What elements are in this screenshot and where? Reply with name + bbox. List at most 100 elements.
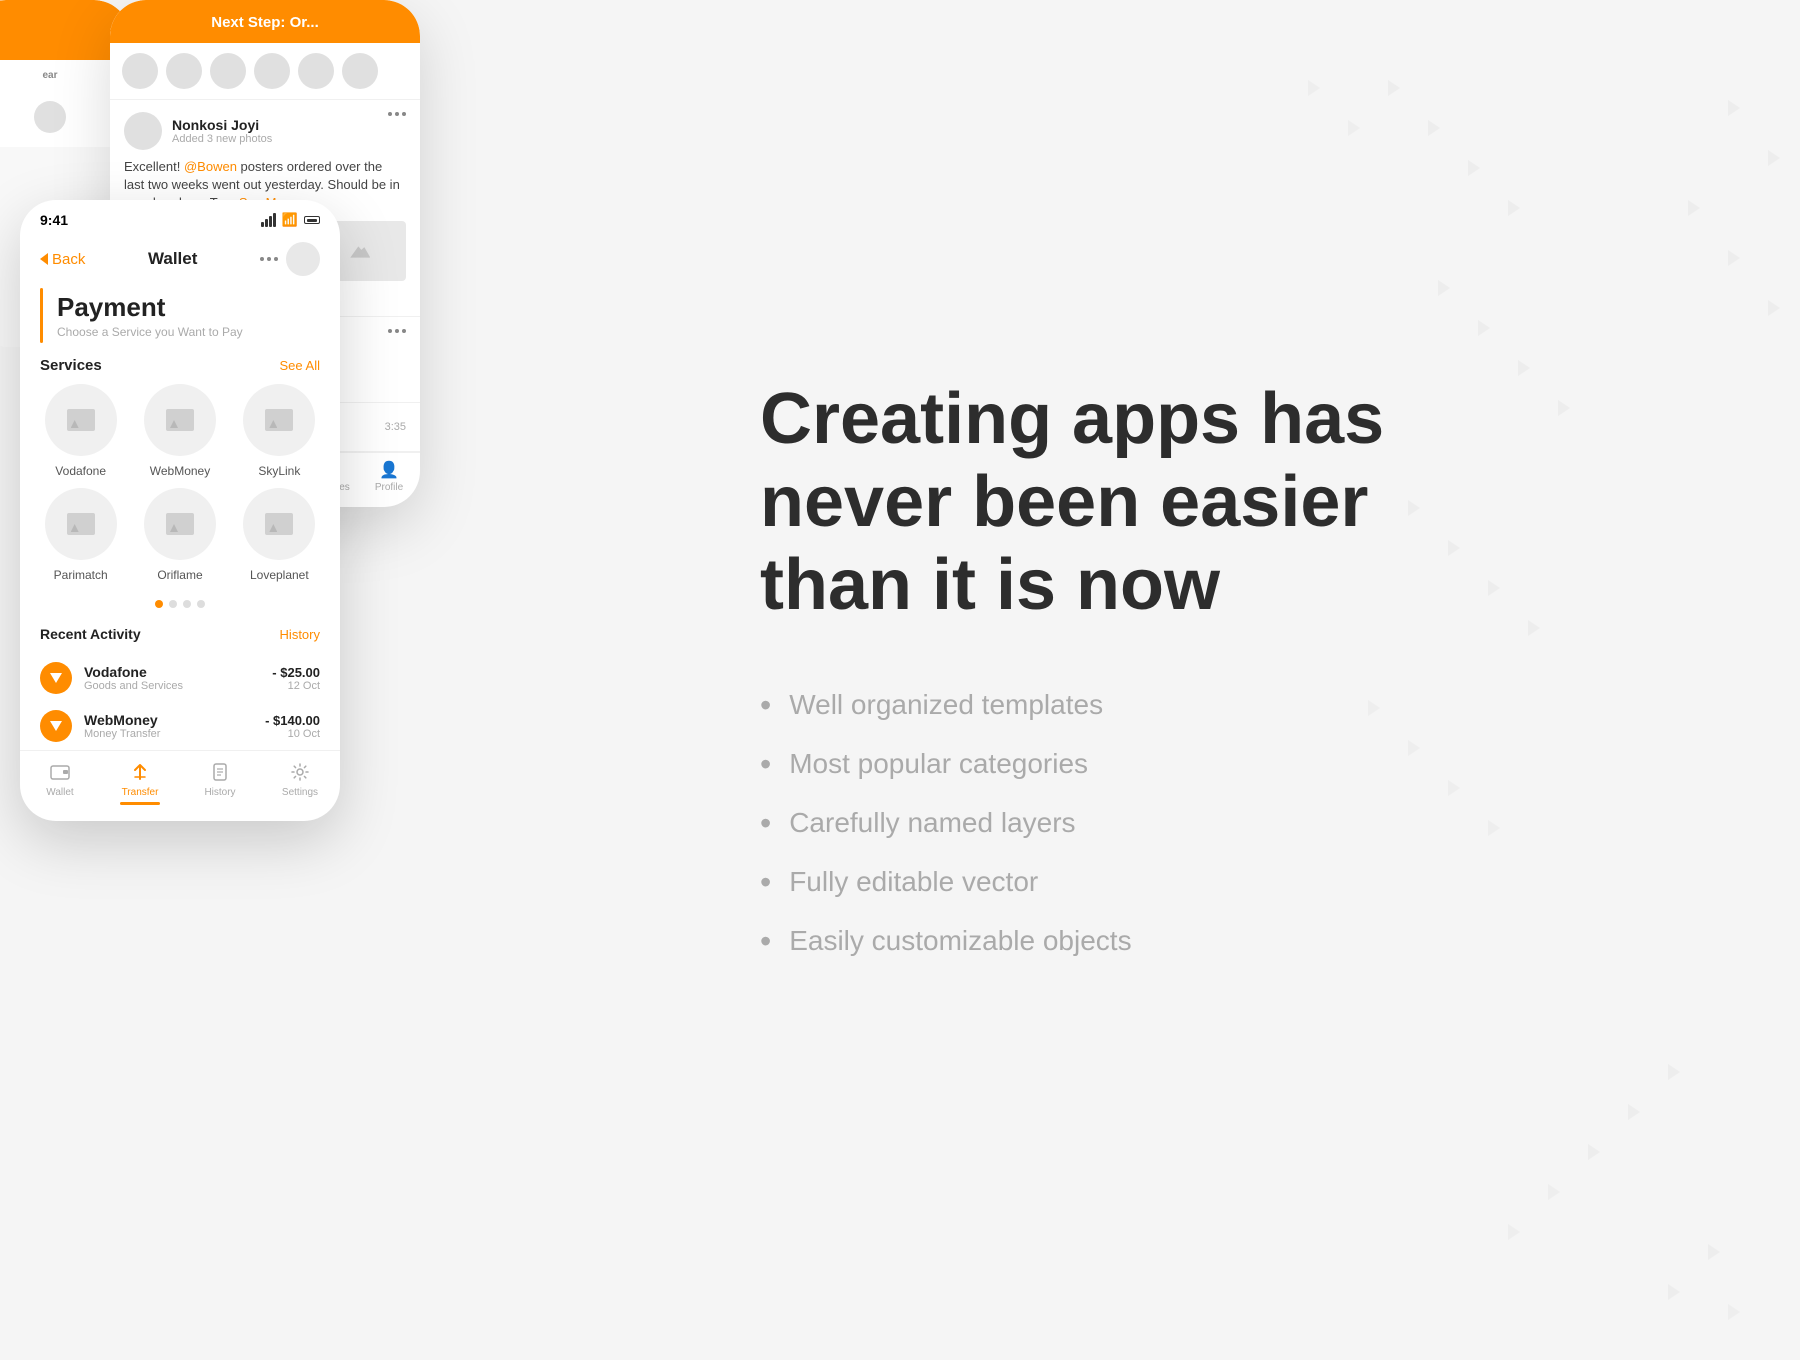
transfer-nav-icon <box>129 761 151 783</box>
webmoney-label: WebMoney <box>150 464 210 478</box>
wallet-nav-icon <box>49 761 71 783</box>
heading-line1: Creating apps has <box>760 379 1384 459</box>
service-oriflame[interactable]: Oriflame <box>135 488 224 582</box>
w-dot3 <box>274 257 278 261</box>
nav-history[interactable]: History <box>180 761 260 805</box>
nav-settings[interactable]: Settings <box>260 761 340 805</box>
activity-icon-1 <box>40 662 72 694</box>
post1-meta: Nonkosi Joyi Added 3 new photos <box>172 117 272 145</box>
profile-icon: 👤 <box>379 461 399 479</box>
snav-profile-label: Profile <box>375 482 403 493</box>
service-loveplanet[interactable]: Loveplanet <box>235 488 324 582</box>
avatar-4 <box>254 53 290 89</box>
webmoney-icon-circle <box>144 384 216 456</box>
dot4 <box>388 329 392 333</box>
activity-vodafone: Vodafone Goods and Services - $25.00 12 … <box>20 654 340 702</box>
oriflame-icon <box>166 513 194 535</box>
w-dot2 <box>267 257 271 261</box>
wallet-header-right <box>260 242 320 276</box>
oriflame-label: Oriflame <box>157 568 202 582</box>
carousel-dot-4[interactable] <box>197 600 205 608</box>
feature-item-1: Well organized templates <box>760 687 1720 724</box>
services-grid: Vodafone WebMoney SkyLink <box>20 384 340 596</box>
parimatch-icon-circle <box>45 488 117 560</box>
service-parimatch[interactable]: Parimatch <box>36 488 125 582</box>
back-label: Back <box>52 251 85 268</box>
payment-title: Payment <box>57 292 243 323</box>
features-list: Well organized templates Most popular ca… <box>760 687 1720 982</box>
post1-header: Nonkosi Joyi Added 3 new photos <box>124 112 406 150</box>
back-button[interactable]: Back <box>40 251 85 268</box>
down-arrow-icon-1 <box>49 671 63 685</box>
parimatch-icon <box>67 513 95 535</box>
history-link[interactable]: History <box>280 627 320 642</box>
activity-vodafone-name: Vodafone <box>84 664 260 680</box>
skylink-label: SkyLink <box>258 464 300 478</box>
feature-5-text: Easily customizable objects <box>789 925 1131 957</box>
dot2 <box>395 112 399 116</box>
social-top-bar: Next Step: Or... <box>110 0 420 43</box>
activity-webmoney-amount: - $140.00 10 Oct <box>265 713 320 740</box>
service-skylink[interactable]: SkyLink <box>235 384 324 478</box>
carousel-dot-2[interactable] <box>169 600 177 608</box>
w-dot1 <box>260 257 264 261</box>
feature-1-text: Well organized templates <box>789 689 1103 721</box>
heading-line3: than it is now <box>760 545 1220 625</box>
settings-nav-label: Settings <box>282 787 318 798</box>
music-time: 3:35 <box>385 421 406 433</box>
activity-icon-2 <box>40 710 72 742</box>
avatar-2 <box>166 53 202 89</box>
parimatch-label: Parimatch <box>54 568 108 582</box>
feature-item-5: Easily customizable objects <box>760 923 1720 960</box>
carousel-dots <box>20 596 340 622</box>
wallet-user-avatar <box>286 242 320 276</box>
services-header: Services See All <box>20 343 340 384</box>
ecom-partial-text: ear <box>0 70 122 81</box>
social-top-bar-text: Next Step: Or... <box>211 14 319 31</box>
back-chevron-icon <box>40 253 48 265</box>
mention-bowen: @Bowen <box>184 159 237 174</box>
avatar-6 <box>342 53 378 89</box>
service-vodafone[interactable]: Vodafone <box>36 384 125 478</box>
nav-transfer[interactable]: Transfer <box>100 761 180 805</box>
loveplanet-icon-circle <box>243 488 315 560</box>
vodafone-amount-val: - $25.00 <box>272 665 320 680</box>
signal-icon <box>261 213 276 227</box>
recent-label: Recent Activity <box>40 626 141 642</box>
activity-webmoney: WebMoney Money Transfer - $140.00 10 Oct <box>20 702 340 750</box>
wallet-menu[interactable] <box>260 257 278 261</box>
status-icons: 📶 <box>261 212 320 228</box>
avatar-3 <box>210 53 246 89</box>
wallet-status-bar: 9:41 📶 <box>20 200 340 234</box>
vodafone-label: Vodafone <box>55 464 106 478</box>
loveplanet-icon <box>265 513 293 535</box>
post1-menu[interactable] <box>388 112 406 116</box>
services-label: Services <box>40 357 102 374</box>
post2-menu[interactable] <box>388 329 406 333</box>
wallet-phone-mockup: 9:41 📶 <box>20 200 340 821</box>
service-webmoney[interactable]: WebMoney <box>135 384 224 478</box>
nav-wallet[interactable]: Wallet <box>20 761 100 805</box>
dot6 <box>402 329 406 333</box>
heading-line2: never been easier <box>760 462 1368 542</box>
avatar-1 <box>122 53 158 89</box>
history-nav-label: History <box>204 787 235 798</box>
snav-profile[interactable]: 👤 Profile <box>358 461 420 493</box>
feature-4-text: Fully editable vector <box>789 866 1038 898</box>
activity-webmoney-info: WebMoney Money Transfer <box>84 712 253 740</box>
activity-webmoney-name: WebMoney <box>84 712 253 728</box>
webmoney-amount-val: - $140.00 <box>265 713 320 728</box>
carousel-dot-1[interactable] <box>155 600 163 608</box>
see-all-button[interactable]: See All <box>280 358 320 373</box>
social-avatars-row <box>110 43 420 100</box>
feature-3-text: Carefully named layers <box>789 807 1075 839</box>
dot5 <box>395 329 399 333</box>
vodafone-date: 12 Oct <box>272 680 320 692</box>
post1-name: Nonkosi Joyi <box>172 117 272 133</box>
feature-2-text: Most popular categories <box>789 748 1088 780</box>
wallet-title: Wallet <box>148 249 197 269</box>
settings-nav-icon <box>289 761 311 783</box>
carousel-dot-3[interactable] <box>183 600 191 608</box>
down-arrow-icon-2 <box>49 719 63 733</box>
battery-icon <box>304 216 320 224</box>
